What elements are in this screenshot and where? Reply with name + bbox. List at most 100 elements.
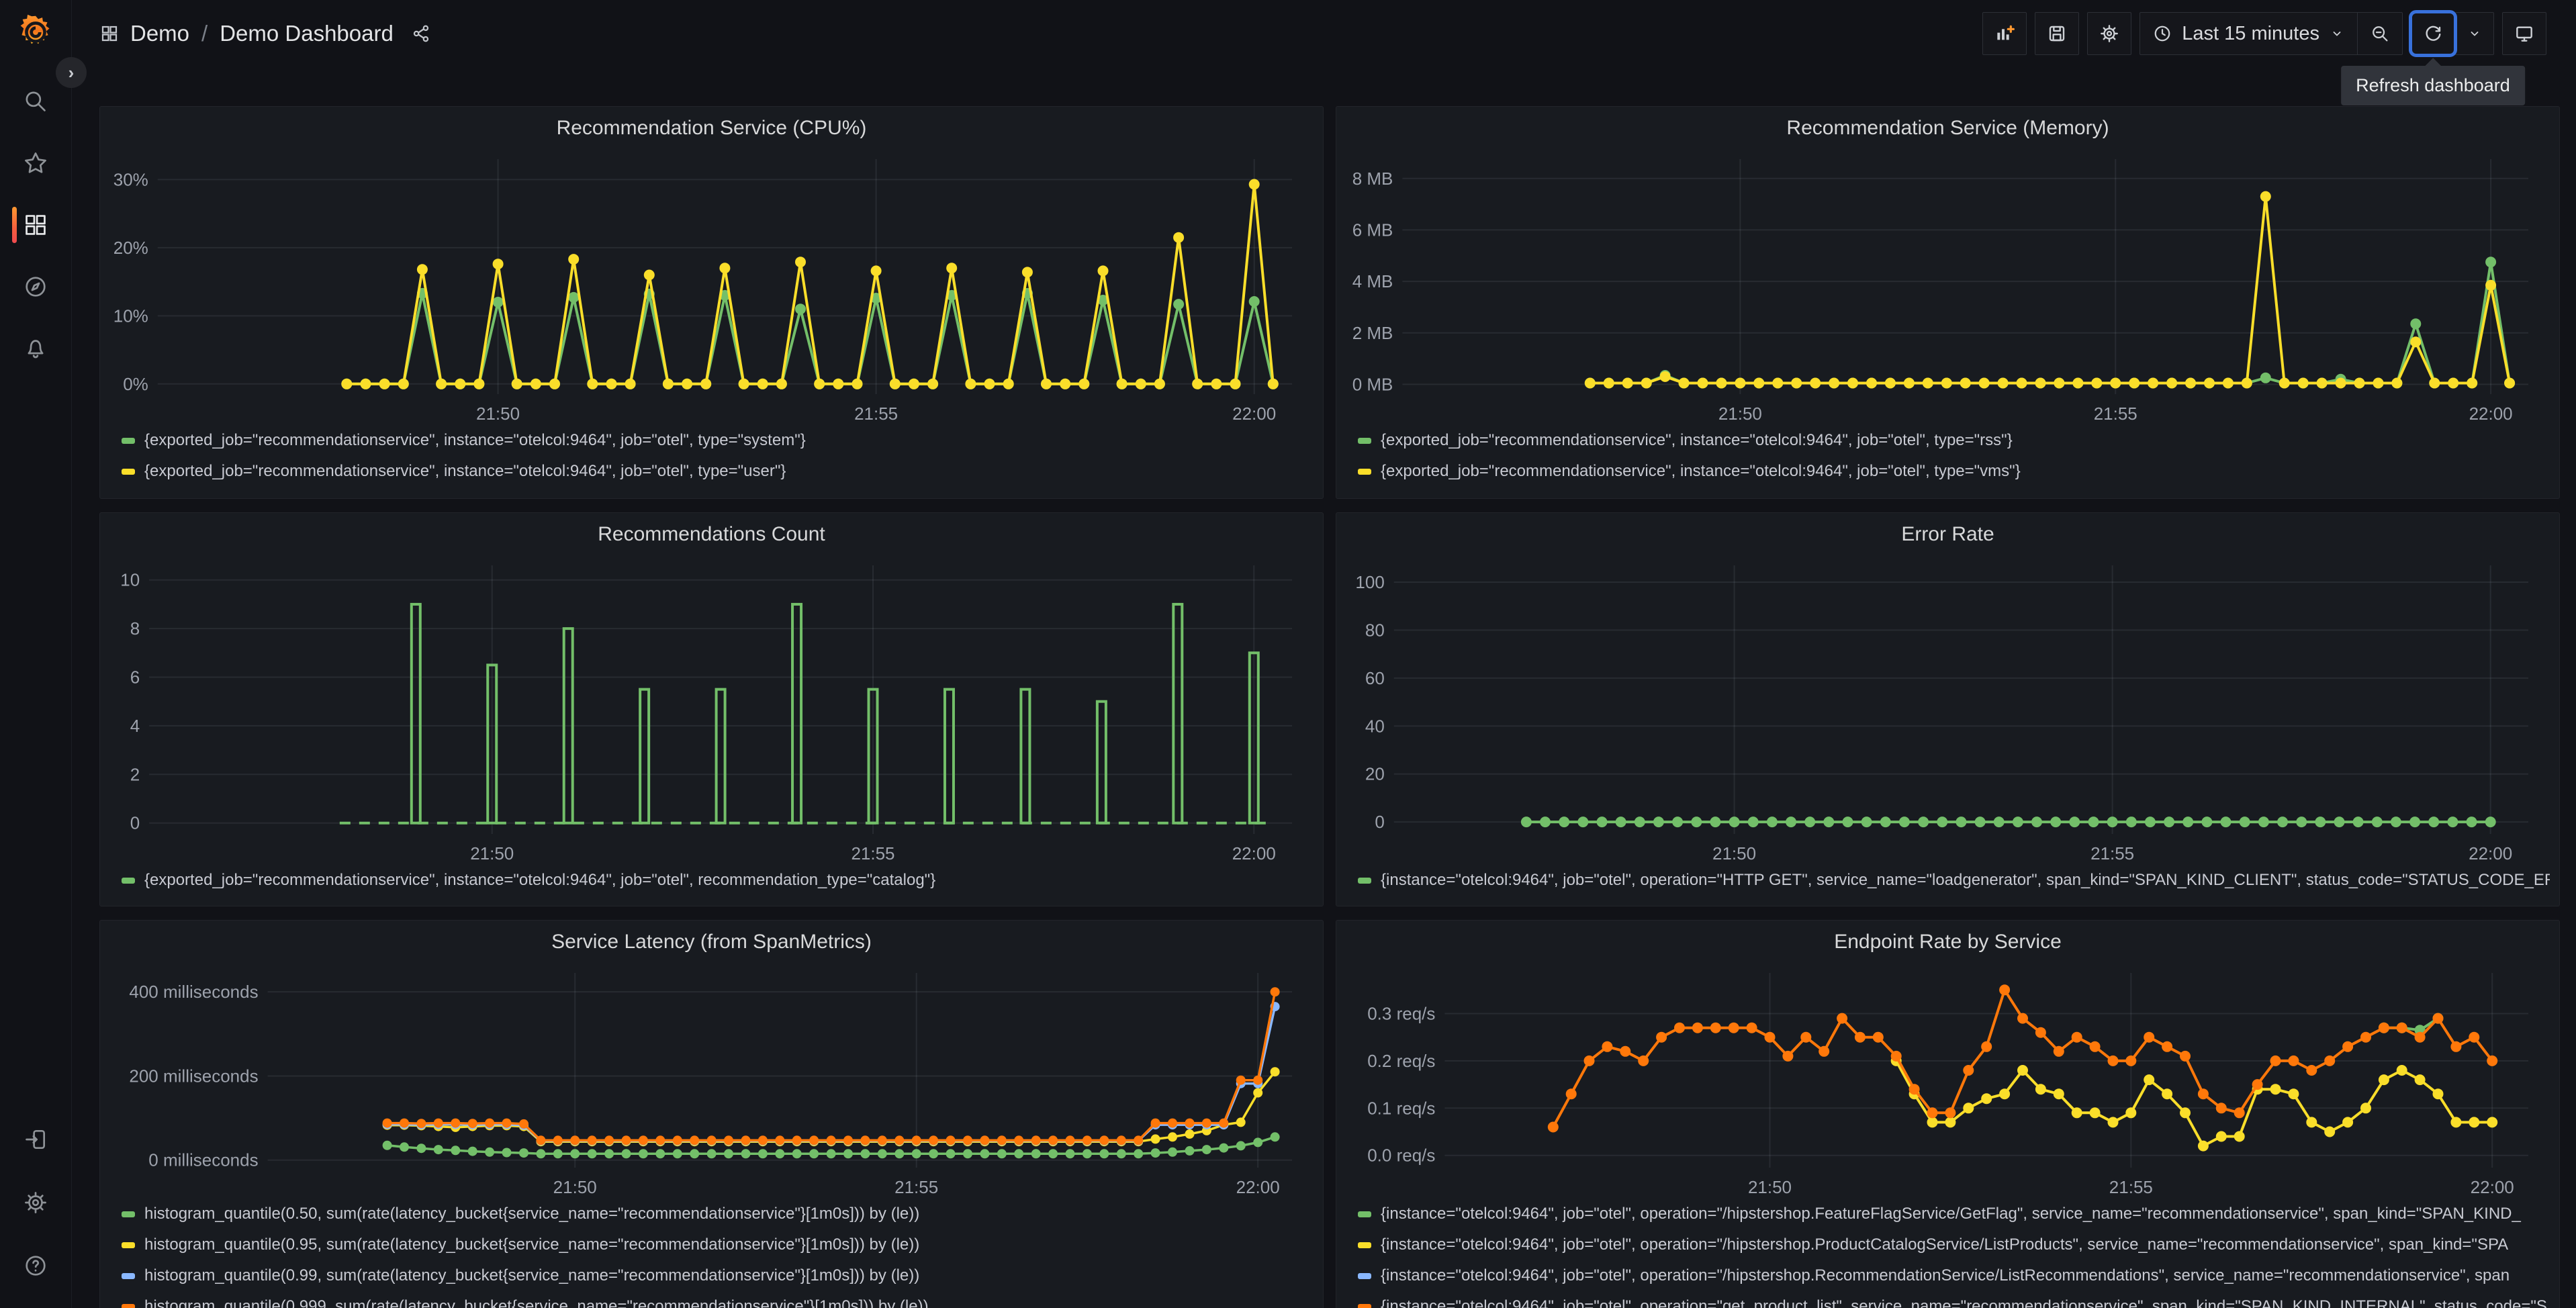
memory-chart[interactable]: 0 MB 2 MB 4 MB 6 MB 8 MB 21:50 21:55 22:00 [1346,148,2550,425]
series-point [625,378,636,389]
series-point [2306,1065,2317,1076]
gear-icon [2101,25,2119,42]
panel-title[interactable]: Recommendations Count [109,513,1314,555]
sidebar-item-help[interactable] [0,1253,71,1278]
series-point [2180,1050,2191,1062]
series-point [2360,1031,2371,1043]
series-point [1270,1132,1280,1142]
series-point [570,1135,580,1146]
panel-title[interactable]: Recommendation Service (CPU%) [109,107,1314,148]
series-point [1847,377,1858,389]
series-point [2017,1065,2028,1076]
sidebar-item-explore[interactable] [0,274,71,299]
legend-item[interactable]: histogram_quantile(0.50, sum(rate(latenc… [122,1199,1314,1229]
breadcrumb-group[interactable]: Demo [130,21,189,46]
series-point [1691,816,1702,828]
series-point [2270,1055,2281,1066]
grafana-logo-icon[interactable] [17,13,54,51]
add-panel-button[interactable] [1982,12,2027,55]
series-point [2031,816,2042,828]
legend-item[interactable]: histogram_quantile(0.95, sum(rate(latenc… [122,1229,1314,1260]
series-point [1800,1031,1812,1043]
refresh-dashboard-button[interactable] [2409,10,2457,57]
legend-item[interactable]: histogram_quantile(0.999, sum(rate(laten… [122,1291,1314,1308]
legend-item[interactable]: {instance="otelcol:9464", job="otel", op… [1358,1260,2550,1291]
legend-item[interactable]: {exported_job="recommendationservice", i… [1358,425,2550,456]
series-point [826,1135,836,1146]
series-point [1048,1149,1058,1159]
sidebar-expand-button[interactable]: › [56,57,87,88]
clock-icon [2154,26,2170,42]
panel-recommendations-count: Recommendations Count 0 2 4 6 8 10 21:50 21:55 2… [99,512,1324,906]
panel-title[interactable]: Endpoint Rate by Service [1346,921,2550,962]
series-point [2144,816,2156,828]
series-point [382,1118,392,1128]
series-point [536,1149,546,1159]
series-point [1270,987,1280,997]
series-point [946,1135,956,1146]
series-point [911,1149,921,1159]
series-point [1031,1135,1041,1146]
legend-item[interactable]: {instance="otelcol:9464", job="otel", op… [1358,1229,2550,1260]
series-point [894,1135,905,1146]
legend-item[interactable]: {instance="otelcol:9464", job="otel", op… [1358,1291,2550,1308]
series-point [2239,816,2250,828]
series-point [929,1135,939,1146]
series-point [1981,1093,1992,1105]
series-point [1898,816,1910,828]
panel-title[interactable]: Service Latency (from SpanMetrics) [109,921,1314,962]
recommendations-count-chart[interactable]: 0 2 4 6 8 10 21:50 21:55 22:00 [109,555,1314,865]
series-point [511,378,522,389]
series-bar [1172,602,1184,825]
sidebar-item-sign-in[interactable] [0,1127,71,1152]
series-point [2164,816,2175,828]
legend-item[interactable]: {instance="otelcol:9464", job="otel", op… [1358,865,2550,896]
series-point [2428,816,2440,828]
series-point [1729,816,1740,828]
legend-swatch [122,877,135,884]
series-point [1082,1149,1092,1159]
series-point [1211,378,1222,389]
sidebar-item-dashboards[interactable] [0,207,71,243]
series-point [549,378,560,389]
series-point [2396,1065,2407,1076]
series-point [451,1118,461,1128]
refresh-interval-dropdown[interactable] [2455,12,2494,55]
endpoint-rate-chart[interactable]: 0.0 req/s 0.1 req/s 0.2 req/s 0.3 req/s 21:5… [1346,962,2550,1199]
gear-icon [25,1192,46,1213]
error-rate-chart[interactable]: 0 20 40 60 80 100 21:50 21:55 22:00 [1346,555,2550,865]
sidebar-item-search[interactable] [0,89,71,114]
legend-item[interactable]: {exported_job="recommendationservice", i… [122,425,1314,456]
legend-item[interactable]: histogram_quantile(0.99, sum(rate(latenc… [122,1260,1314,1291]
series-point [984,378,995,389]
legend-item[interactable]: {exported_job="recommendationservice", i… [122,456,1314,487]
series-point [1150,1118,1160,1128]
monitor-icon [2516,26,2532,42]
sidebar-item-alerting[interactable] [0,336,71,361]
legend-swatch [1358,1272,1371,1279]
series-point [398,378,409,389]
top-navigation-bar: Demo / Demo Dashboard Last 15 minutes Re… [72,0,2576,105]
series-point [2129,377,2140,389]
sidebar-item-starred[interactable] [0,150,71,176]
cycle-view-mode-button[interactable] [2502,12,2546,55]
legend-item[interactable]: {exported_job="recommendationservice", i… [122,865,1314,896]
dashboard-settings-button[interactable] [2087,12,2132,55]
time-range-picker[interactable]: Last 15 minutes [2140,13,2357,54]
series-point [436,378,447,389]
zoom-out-time-button[interactable] [2358,13,2402,54]
series-point [1999,984,2011,996]
panel-title[interactable]: Error Rate [1346,513,2550,555]
sidebar-item-settings[interactable] [0,1190,71,1215]
share-icon[interactable] [411,24,431,44]
breadcrumb-dashboard-title[interactable]: Demo Dashboard [220,21,394,46]
series-point [946,1149,956,1159]
series-point [860,1135,870,1146]
panel-title[interactable]: Recommendation Service (Memory) [1346,107,2550,148]
series-point [1641,377,1652,389]
service-latency-chart[interactable]: 0 milliseconds 200 milliseconds 400 millis… [109,962,1314,1199]
save-dashboard-button[interactable] [2035,12,2080,55]
cpu-chart[interactable]: 0% 10% 20% 30% 21:50 21:55 22:00 [109,148,1314,425]
legend-item[interactable]: {exported_job="recommendationservice", i… [1358,456,2550,487]
legend-item[interactable]: {instance="otelcol:9464", job="otel", op… [1358,1199,2550,1229]
